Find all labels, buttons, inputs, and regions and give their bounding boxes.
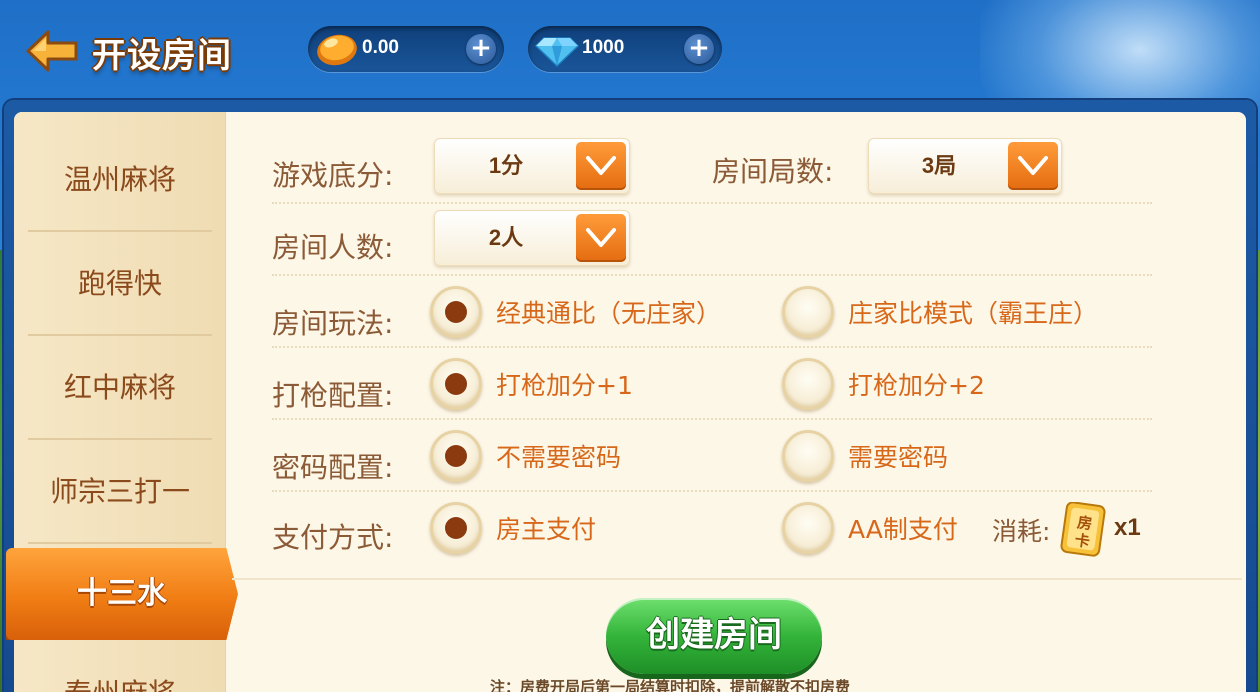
rounds-dropdown[interactable]: 3局 [868, 138, 1062, 194]
bean-coin-icon [317, 34, 357, 66]
row-divider [272, 202, 1152, 204]
row-divider [272, 274, 1152, 276]
play-mode-banker-label[interactable]: 庄家比模式（霸王庄） [848, 294, 1098, 330]
play-mode-classic-radio[interactable] [430, 286, 482, 338]
sidebar-item-taizhou-mahjong[interactable]: 泰州麻将 [14, 664, 226, 692]
cost-label: 消耗: [992, 517, 1051, 546]
base-score-label: 游戏底分: [272, 159, 394, 192]
base-score-dropdown[interactable]: 1分 [434, 138, 630, 194]
radio-selected-dot [445, 301, 467, 323]
players-label: 房间人数: [272, 231, 394, 264]
rounds-label: 房间局数: [712, 155, 834, 188]
form-footer-separator [232, 578, 1242, 580]
add-coins-button[interactable]: + [466, 34, 496, 64]
coins-balance: 0.00 + [308, 26, 504, 72]
gun-config-label: 打枪配置: [272, 379, 394, 412]
radio-selected-dot [445, 445, 467, 467]
play-mode-label: 房间玩法: [272, 307, 394, 340]
aa-pay-radio[interactable] [782, 502, 834, 554]
players-dropdown[interactable]: 2人 [434, 210, 630, 266]
play-mode-classic-label[interactable]: 经典通比（无庄家） [496, 294, 721, 330]
need-password-label[interactable]: 需要密码 [848, 438, 948, 474]
gems-value: 1000 [582, 37, 625, 58]
cost-quantity: x1 [1114, 514, 1141, 541]
add-gems-button[interactable]: + [684, 34, 714, 64]
diamond-icon [534, 37, 580, 68]
owner-pay-label[interactable]: 房主支付 [496, 510, 596, 546]
back-button[interactable] [26, 30, 80, 72]
aa-pay-label[interactable]: AA制支付 [848, 510, 958, 546]
gun-plus-1-label[interactable]: 打枪加分+1 [496, 366, 633, 402]
sidebar-item-paodekuai[interactable]: 跑得快 [14, 232, 226, 336]
chevron-down-icon [1008, 142, 1058, 190]
row-divider [272, 418, 1152, 420]
coins-value: 0.00 [362, 37, 399, 58]
sidebar-item-hongzhong-mahjong[interactable]: 红中麻将 [14, 336, 226, 440]
need-password-radio[interactable] [782, 430, 834, 482]
chevron-down-icon [576, 214, 626, 262]
row-divider [272, 346, 1152, 348]
row-divider [272, 490, 1152, 492]
sidebar-item-shisanshui-active[interactable]: 十三水 [6, 548, 238, 640]
radio-selected-dot [445, 373, 467, 395]
gun-plus-2-label[interactable]: 打枪加分+2 [848, 366, 985, 402]
room-card-text-top: 房 [1076, 513, 1093, 533]
page-title: 开设房间 [92, 36, 232, 76]
owner-pay-radio[interactable] [430, 502, 482, 554]
room-card-text-bottom: 卡 [1074, 531, 1091, 551]
rounds-value: 3局 [921, 153, 957, 178]
chevron-down-icon [576, 142, 626, 190]
payment-label: 支付方式: [272, 521, 394, 554]
no-password-label[interactable]: 不需要密码 [496, 438, 621, 474]
gems-balance: 1000 + [528, 26, 722, 72]
players-value: 2人 [488, 225, 524, 250]
radio-selected-dot [445, 517, 467, 539]
no-password-radio[interactable] [430, 430, 482, 482]
gun-plus-1-radio[interactable] [430, 358, 482, 410]
play-mode-banker-radio[interactable] [782, 286, 834, 338]
room-card-icon: 房 卡 [1060, 501, 1108, 558]
gun-plus-2-radio[interactable] [782, 358, 834, 410]
room-fee-note: 注：房费开局后第一局结算时扣除，提前解散不扣房费 [490, 678, 851, 692]
sidebar-item-shizong-sandayi[interactable]: 师宗三打一 [14, 440, 226, 544]
sidebar-item-wenzhou-mahjong[interactable]: 温州麻将 [14, 128, 226, 232]
base-score-value: 1分 [488, 153, 524, 178]
back-arrow-icon [26, 30, 78, 72]
password-config-label: 密码配置: [272, 451, 394, 484]
create-room-button[interactable]: 创建房间 [606, 598, 822, 674]
